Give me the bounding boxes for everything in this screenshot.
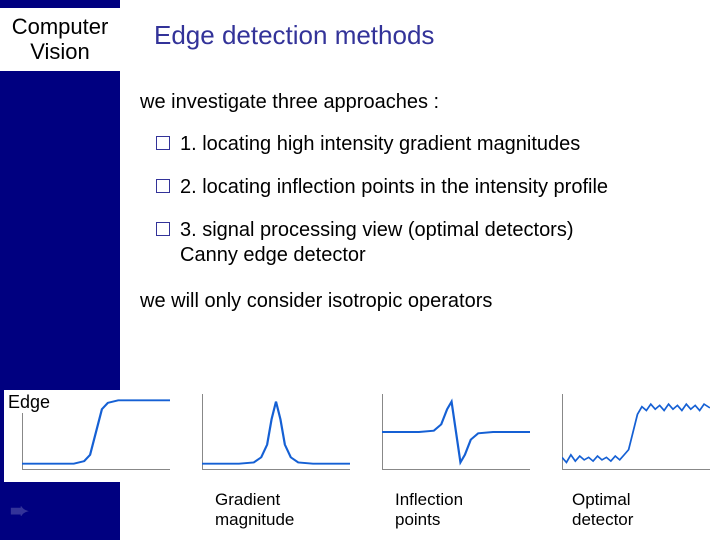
plot-optimal — [544, 390, 714, 482]
bullet-item: 1. locating high intensity gradient magn… — [156, 132, 720, 157]
caption-inflection: Inflection points — [395, 490, 535, 529]
bullet-text: 1. locating high intensity gradient magn… — [180, 132, 580, 157]
caption-line: magnitude — [215, 510, 294, 529]
bullet-item: 2. locating inflection points in the int… — [156, 175, 720, 200]
bullet-text: 2. locating inflection points in the int… — [180, 175, 608, 200]
plot-optimal-svg — [562, 394, 710, 470]
square-bullet-icon — [156, 222, 170, 236]
closing-text: we will only consider isotropic operator… — [120, 286, 720, 313]
plot-gradient — [184, 390, 354, 482]
caption-line: detector — [572, 510, 633, 529]
sidebar-title-line2: Vision — [30, 39, 90, 64]
caption-line: Gradient — [215, 490, 280, 509]
slide-title: Edge detection methods — [120, 0, 720, 51]
bullet-item: 3. signal processing view (optimal detec… — [156, 218, 720, 268]
plot-gradient-svg — [202, 394, 350, 470]
slide: Computer Vision Edge detection methods w… — [0, 0, 720, 540]
plot-inflection — [364, 390, 534, 482]
edge-label: Edge — [6, 392, 52, 413]
caption-gradient: Gradient magnitude — [215, 490, 355, 529]
caption-line: points — [395, 510, 440, 529]
bullet-text: 3. signal processing view (optimal detec… — [180, 218, 574, 268]
square-bullet-icon — [156, 179, 170, 193]
arrow-icon: ➨ — [10, 498, 28, 524]
caption-line: Optimal — [572, 490, 631, 509]
caption-line: Inflection — [395, 490, 463, 509]
sidebar-title: Computer Vision — [0, 8, 120, 71]
sidebar-title-line1: Computer — [12, 14, 109, 39]
intro-text: we investigate three approaches : — [120, 51, 720, 114]
plot-row — [4, 390, 714, 482]
caption-optimal: Optimal detector — [572, 490, 712, 529]
bullet-text-main: 3. signal processing view (optimal detec… — [180, 219, 574, 241]
square-bullet-icon — [156, 136, 170, 150]
bullet-list: 1. locating high intensity gradient magn… — [120, 114, 720, 268]
plot-inflection-svg — [382, 394, 530, 470]
bullet-text-sub: Canny edge detector — [180, 243, 574, 268]
